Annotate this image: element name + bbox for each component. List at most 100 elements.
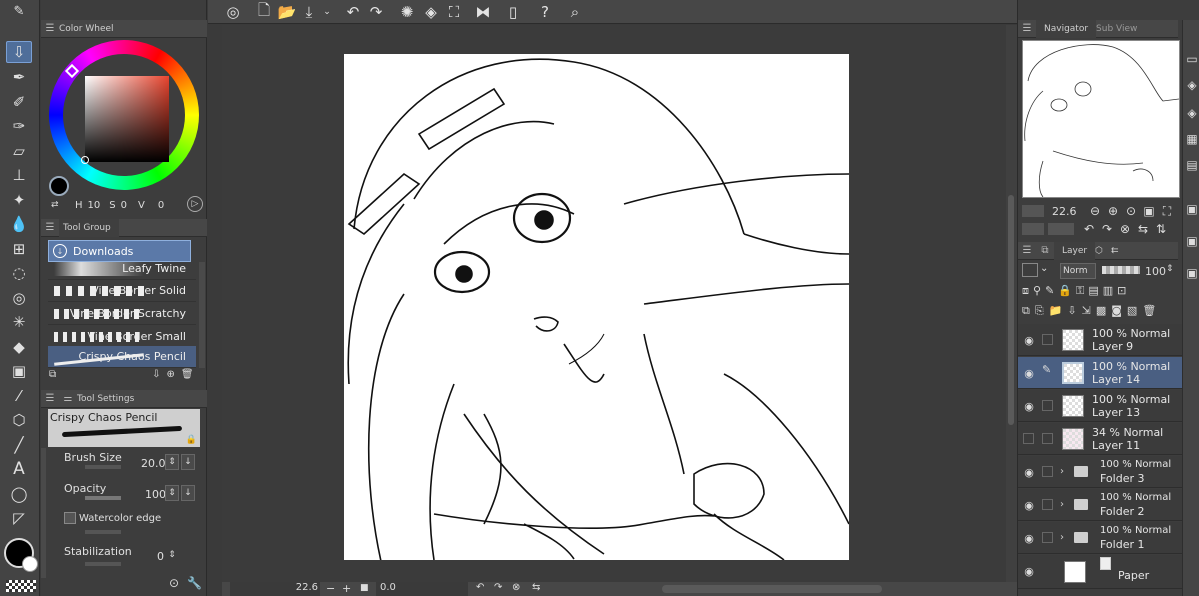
item-bank-icon[interactable]: ▤ xyxy=(1183,156,1199,174)
brush-item-vine-border-solid[interactable]: Vine Border Solid xyxy=(48,280,196,302)
new-vector-layer-icon[interactable]: ⎘ xyxy=(1035,304,1044,320)
eye-icon[interactable]: ◉ xyxy=(1022,465,1036,479)
stamp-icon[interactable]: ⊥ xyxy=(6,164,32,186)
lock-icon[interactable]: 🔒 xyxy=(1058,284,1072,300)
tab-layer[interactable]: Layer xyxy=(1054,241,1096,260)
tool-group-selector[interactable]: ↓ Downloads xyxy=(48,240,191,262)
pen-icon[interactable]: ✒ xyxy=(6,66,32,88)
navigator-zoom-value[interactable]: 22.6 xyxy=(1052,205,1077,218)
tab-history[interactable]: ⇇ xyxy=(1111,242,1127,260)
redo-icon[interactable]: ↷ xyxy=(365,2,387,22)
brush-size-dynamics-icon[interactable]: ↓ xyxy=(181,454,195,470)
opacity-slider[interactable] xyxy=(85,496,121,500)
brush-size-spinner[interactable]: ⇕ xyxy=(165,454,179,470)
reset-rotation-icon[interactable]: ⊗ xyxy=(512,582,520,593)
layer-row[interactable]: ◉ 100 % Normal Layer 13 xyxy=(1018,390,1182,422)
watercolor-slider[interactable] xyxy=(85,530,121,534)
blend-mode-select[interactable]: Norm xyxy=(1060,263,1096,279)
color-square[interactable] xyxy=(85,76,169,162)
lock-icon[interactable]: 🔒 xyxy=(186,435,197,445)
preview-icon-2[interactable]: ▣ xyxy=(1183,232,1199,250)
stabilization-spinner[interactable]: ⇕ xyxy=(165,547,179,563)
text-icon[interactable]: A xyxy=(6,458,32,480)
draft-icon[interactable]: ✎ xyxy=(1045,284,1054,300)
zoom-out-icon[interactable]: ⊖ xyxy=(1086,202,1104,220)
eye-icon[interactable]: ◉ xyxy=(1022,531,1036,545)
layer-checkbox[interactable] xyxy=(1042,532,1053,543)
balloon-icon[interactable]: ◯ xyxy=(6,483,32,505)
new-folder-icon[interactable]: 📁 xyxy=(1049,304,1063,320)
color-mode-toggle[interactable]: ⇄ xyxy=(51,200,69,210)
menu-icon[interactable]: ☰ xyxy=(1018,242,1036,260)
layer-checkbox[interactable] xyxy=(1042,334,1053,345)
side-panel-icon[interactable]: ▭ xyxy=(1183,50,1199,68)
zoom-in-icon[interactable]: ⊕ xyxy=(1104,202,1122,220)
layer-checkbox[interactable] xyxy=(1042,466,1053,477)
ruler-icon[interactable]: ◸ xyxy=(6,507,32,529)
rotate-left-icon[interactable]: ↶ xyxy=(476,582,484,593)
magic-wand-icon[interactable]: ✳ xyxy=(6,311,32,333)
rotation-slider-2[interactable] xyxy=(1048,223,1074,235)
eye-icon[interactable]: ◉ xyxy=(1022,498,1036,512)
apply-mask-icon[interactable]: ▧ xyxy=(1127,304,1137,320)
layer-row[interactable]: ◉ ✎ 100 % Normal Layer 14 xyxy=(1018,357,1182,389)
chevron-down-icon[interactable]: ⌄ xyxy=(1040,263,1048,274)
stabilization-slider[interactable] xyxy=(85,562,121,566)
rotate-right-icon[interactable]: ↷ xyxy=(1098,220,1116,238)
transform-icon[interactable]: ⛶ xyxy=(443,2,465,22)
flip-icon[interactable]: ⧓ xyxy=(472,2,494,22)
preview-icon-3[interactable]: ▣ xyxy=(1183,264,1199,282)
fit-navigator-icon[interactable]: ⛶ xyxy=(1158,202,1176,220)
tab-tool-group[interactable]: Tool Group xyxy=(59,218,119,237)
actual-size-icon[interactable]: ⊙ xyxy=(1122,202,1140,220)
flip-vertical-icon[interactable]: ⇅ xyxy=(1152,220,1170,238)
sub-color-swatch[interactable] xyxy=(22,556,38,572)
object-icon[interactable]: ⬡ xyxy=(6,409,32,431)
zoom-in-icon[interactable]: + xyxy=(342,582,351,595)
canvas-vertical-scrollbar[interactable] xyxy=(1006,25,1017,582)
eyedropper-icon[interactable]: ⁄ xyxy=(6,385,32,407)
lock-transparency-icon[interactable]: ⚿ xyxy=(1076,284,1084,300)
layer-row[interactable]: 34 % Normal Layer 11 xyxy=(1018,423,1182,455)
tool-property-icon[interactable]: ⧉ xyxy=(49,369,56,385)
lasso-icon[interactable]: ◌ xyxy=(6,262,32,284)
settings-scrollbar[interactable] xyxy=(41,448,46,578)
fit-to-screen-icon[interactable]: ▣ xyxy=(1140,202,1158,220)
tab-layer-property[interactable]: ⬡ xyxy=(1095,242,1111,260)
tab-tool-settings[interactable]: Tool Settings xyxy=(77,390,142,408)
delete-icon[interactable]: 🗑 xyxy=(181,369,194,385)
search-icon[interactable]: ⌕ xyxy=(564,2,586,22)
fill-bucket-icon[interactable]: ◆ xyxy=(6,336,32,358)
open-file-icon[interactable]: 📂 xyxy=(276,2,298,22)
fill-layer-icon[interactable]: ▩ xyxy=(1096,304,1106,320)
clip-icon[interactable]: ⧈ xyxy=(1022,284,1029,300)
delete-layer-icon[interactable]: 🗑 xyxy=(1142,304,1156,320)
current-color-indicator[interactable] xyxy=(49,176,69,196)
layer-checkbox[interactable] xyxy=(1042,433,1053,444)
brush-icon[interactable]: ✎ xyxy=(6,0,32,22)
layer-checkbox[interactable] xyxy=(1042,400,1053,411)
mask-icon[interactable]: ▤ xyxy=(1088,284,1098,300)
layer-row[interactable]: ◉ 100 % Normal Layer 9 xyxy=(1018,324,1182,356)
zoom-out-icon[interactable]: − xyxy=(326,582,335,595)
drawing-canvas[interactable] xyxy=(344,54,850,575)
import-icon[interactable]: ⇩ xyxy=(152,369,160,385)
layers-side-icon-2[interactable]: ◈ xyxy=(1183,104,1199,122)
folder-row[interactable]: ◉ › 100 % Normal Folder 3 xyxy=(1018,456,1182,488)
layers-side-icon[interactable]: ◈ xyxy=(1183,76,1199,94)
brush-item-leafy-twine[interactable]: Leafy Twine xyxy=(48,262,196,280)
frame-icon[interactable]: ⊞ xyxy=(6,238,32,260)
brush-item-crispy-chaos-pencil[interactable]: Crispy Chaos Pencil xyxy=(48,346,196,368)
saturation-value[interactable]: 0 xyxy=(121,200,127,211)
opacity-spinner[interactable]: ⇕ xyxy=(165,485,179,501)
tab-navigator[interactable]: Navigator xyxy=(1036,19,1097,38)
smartphone-icon[interactable]: ▯ xyxy=(502,2,524,22)
scroll-thumb[interactable] xyxy=(1008,195,1014,425)
app-logo-icon[interactable]: ◎ xyxy=(222,2,244,22)
navigator-preview[interactable] xyxy=(1022,40,1180,198)
opacity-value[interactable]: 100 xyxy=(145,488,166,501)
help-icon[interactable]: ? xyxy=(534,2,556,22)
hue-value[interactable]: 10 xyxy=(88,200,101,211)
rotate-left-icon[interactable]: ↶ xyxy=(1080,220,1098,238)
reset-icon[interactable]: ⊙ xyxy=(169,576,179,590)
